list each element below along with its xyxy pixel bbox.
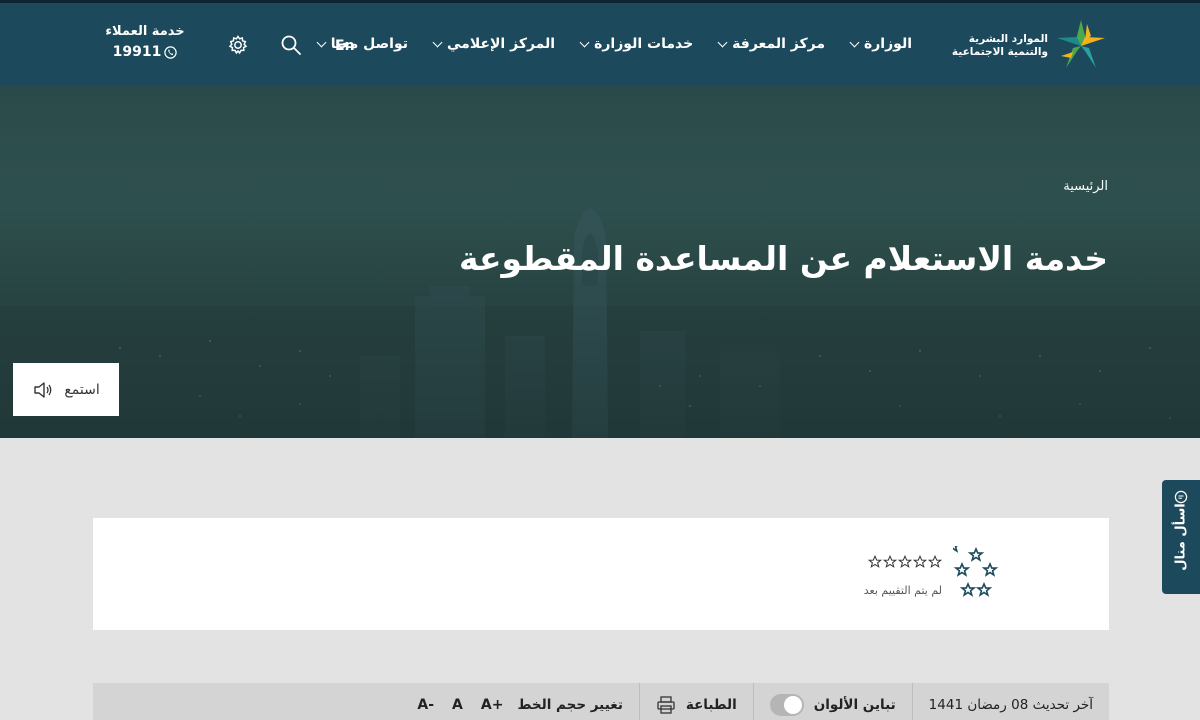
last-update-text: آخر تحديث 08 رمضان 1441 — [928, 697, 1093, 713]
font-normal-button[interactable]: A — [448, 697, 467, 713]
nav-item-ministry[interactable]: الوزارة — [849, 36, 912, 52]
star-icon[interactable] — [883, 555, 897, 569]
chevron-down-icon — [432, 37, 443, 47]
breadcrumb-home-link[interactable]: الرئيسية — [1063, 179, 1108, 194]
last-update-section: آخر تحديث 08 رمضان 1441 — [911, 683, 1109, 720]
site-header: الموارد البشرية والتنمية الاجتماعية الوز… — [0, 0, 1200, 86]
main-nav: الوزارة مركز المعرفة خدمات الوزارة المرك… — [292, 36, 912, 52]
ask-manal-tab[interactable]: اسأل منال — [1162, 480, 1200, 594]
ministry-logo[interactable]: الموارد البشرية والتنمية الاجتماعية — [952, 17, 1108, 75]
rating-card: لم يتم التقييم بعد — [93, 518, 1109, 630]
print-label: الطباعة — [685, 697, 737, 713]
chevron-down-icon — [316, 37, 327, 47]
search-button[interactable] — [280, 34, 302, 56]
language-switch[interactable]: En — [335, 38, 355, 54]
chevron-down-icon — [717, 37, 728, 47]
search-icon — [281, 35, 301, 55]
customer-service-number: 19911 — [105, 44, 185, 60]
star-icon[interactable] — [913, 555, 927, 569]
page-title: خدمة الاستعلام عن المساعدة المقطوعة — [458, 239, 1108, 278]
logo-text: الموارد البشرية والتنمية الاجتماعية — [951, 33, 1048, 58]
star-icon[interactable] — [898, 555, 912, 569]
nav-item-knowledge-center[interactable]: مركز المعرفة — [717, 36, 825, 52]
chat-icon — [1174, 490, 1188, 504]
star-rating-input[interactable] — [868, 555, 942, 569]
contrast-section: تباين الألوان — [752, 683, 912, 720]
chevron-down-icon — [849, 37, 860, 47]
chevron-down-icon — [579, 37, 590, 47]
nav-item-contact-us[interactable]: تواصل معنا — [316, 36, 408, 52]
nav-item-ministry-services[interactable]: خدمات الوزارة — [579, 36, 693, 52]
gear-icon — [228, 35, 248, 55]
printer-icon — [657, 696, 675, 714]
rating-status-text: لم يتم التقييم بعد — [863, 584, 942, 597]
speaker-icon — [34, 381, 52, 398]
phone-icon — [164, 45, 178, 59]
accessibility-settings-button[interactable] — [227, 34, 249, 56]
font-increase-button[interactable]: A+ — [477, 697, 508, 713]
star-icon[interactable] — [928, 555, 942, 569]
print-section[interactable]: الطباعة — [638, 683, 753, 720]
font-size-label: تغيير حجم الخط — [517, 697, 623, 713]
contrast-label: تباين الألوان — [813, 697, 896, 713]
rating-stars-icon — [953, 546, 999, 597]
ministry-logo-mark-icon — [1057, 20, 1105, 68]
font-decrease-button[interactable]: A- — [413, 697, 438, 713]
hero-banner: الرئيسية خدمة الاستعلام عن المساعدة المق… — [0, 86, 1200, 438]
contrast-toggle[interactable] — [769, 694, 804, 716]
listen-button[interactable]: استمع — [13, 363, 119, 416]
customer-service-label: خدمة العملاء — [105, 24, 185, 39]
font-size-section: تغيير حجم الخط A+ A A- — [397, 683, 639, 720]
star-icon[interactable] — [868, 555, 882, 569]
customer-service[interactable]: خدمة العملاء 19911 — [105, 24, 185, 60]
page-tools-bar: آخر تحديث 08 رمضان 1441 تباين الألوان ال… — [93, 683, 1109, 720]
nav-item-media-center[interactable]: المركز الإعلامي — [432, 36, 555, 52]
